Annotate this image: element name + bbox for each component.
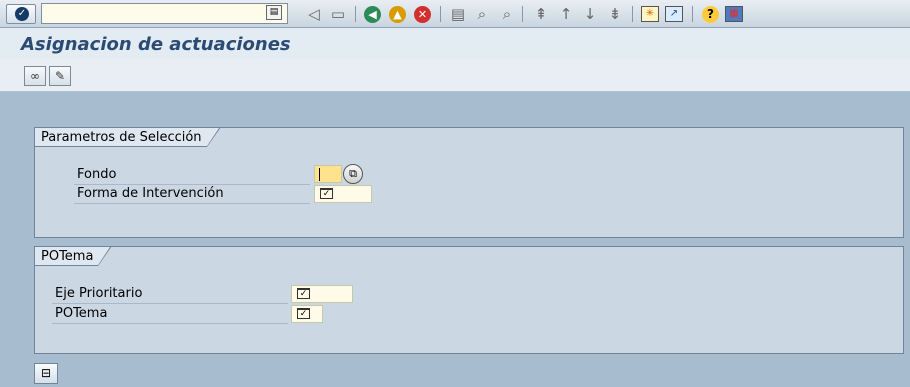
next-page-icon[interactable]: ↓ <box>580 4 600 24</box>
eje-prioritario-input[interactable]: ✓ <box>291 285 353 303</box>
command-field[interactable] <box>41 3 288 24</box>
folder-icon: ⊟ <box>40 366 52 380</box>
change-button[interactable]: ✎ <box>49 66 71 86</box>
help-icon[interactable]: ? <box>702 6 719 23</box>
enter-icon: ✓ <box>15 7 29 21</box>
forma-intervencion-input[interactable]: ✓ <box>314 185 372 203</box>
previous-page-icon[interactable]: ↑ <box>556 4 576 24</box>
label-underline <box>52 303 288 304</box>
separator <box>522 6 523 22</box>
separator <box>632 6 633 22</box>
find-icon[interactable]: ⌕ <box>472 4 492 24</box>
last-page-icon[interactable]: ⇟ <box>605 4 625 24</box>
label-underline <box>52 323 288 324</box>
group-potema: POTema Eje Prioritario ✓ POTema ✓ <box>34 246 904 354</box>
fondo-label: Fondo <box>77 167 117 182</box>
display-button[interactable]: ∞ <box>24 66 46 86</box>
standard-toolbar: ✓ ▤ ◁ ▭ ◀ ▲ ✕ ▤ ⌕ ⌕ ⇞ ↑ ↓ ⇟ ✳ ↗ ? ▦ <box>0 0 910 28</box>
find-next-icon[interactable]: ⌕ <box>497 4 517 24</box>
separator <box>440 6 441 22</box>
enter-button[interactable]: ✓ <box>6 4 36 24</box>
create-session-icon[interactable]: ✳ <box>641 6 659 22</box>
first-page-icon[interactable]: ⇞ <box>531 4 551 24</box>
fondo-input[interactable] <box>314 165 342 183</box>
page-title: Asignacion de actuaciones <box>21 34 291 55</box>
group-parametros-seleccion: Parametros de Selección Fondo ⧉ Forma de… <box>34 127 904 238</box>
execute-button[interactable]: ⊟ <box>34 363 58 384</box>
shortcut-icon[interactable]: ↗ <box>665 6 683 22</box>
text-cursor <box>319 168 320 181</box>
separator <box>355 6 356 22</box>
label-underline <box>74 184 310 185</box>
checkbox-icon: ✓ <box>297 308 310 319</box>
save-icon[interactable]: ▭ <box>328 4 348 24</box>
back-icon[interactable]: ◀ <box>364 6 381 23</box>
application-toolbar: ∞ ✎ <box>0 59 910 92</box>
layout-icon[interactable]: ▦ <box>725 6 743 22</box>
forma-intervencion-label: Forma de Intervención <box>77 186 224 201</box>
potema-label: POTema <box>55 306 108 321</box>
glasses-icon: ∞ <box>30 69 40 83</box>
potema-input[interactable]: ✓ <box>291 305 323 323</box>
cancel-icon[interactable]: ✕ <box>414 6 431 23</box>
back-arrow-icon[interactable]: ◁ <box>304 4 324 24</box>
checkbox-icon: ✓ <box>297 288 310 299</box>
separator <box>692 6 693 22</box>
group-title: Parametros de Selección <box>34 127 221 147</box>
pencil-icon: ✎ <box>54 69 66 83</box>
exit-icon[interactable]: ▲ <box>389 6 406 23</box>
search-help-icon[interactable]: ⧉ <box>343 164 363 184</box>
title-bar: Asignacion de actuaciones <box>0 28 910 59</box>
command-field-dropdown-icon[interactable]: ▤ <box>266 5 282 20</box>
eje-prioritario-label: Eje Prioritario <box>55 286 143 301</box>
checkbox-icon: ✓ <box>320 188 333 199</box>
label-underline <box>74 203 310 204</box>
group-title: POTema <box>34 246 113 266</box>
print-icon[interactable]: ▤ <box>448 4 468 24</box>
